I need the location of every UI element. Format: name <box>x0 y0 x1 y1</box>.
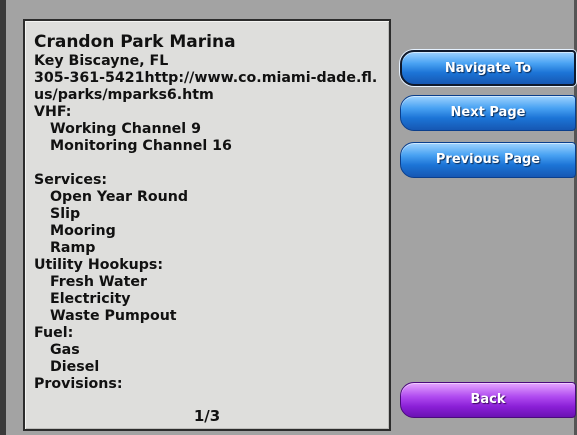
page-counter: 1/3 <box>193 407 221 425</box>
provisions-heading: Provisions: <box>34 376 123 392</box>
back-button[interactable]: Back <box>400 382 576 418</box>
next-page-button[interactable]: Next Page <box>400 95 576 131</box>
previous-page-button[interactable]: Previous Page <box>400 142 576 178</box>
vhf-heading: VHF: <box>34 104 72 120</box>
fuel-heading: Fuel: <box>34 325 74 341</box>
services-heading: Services: <box>34 172 108 188</box>
fuel-item: Diesel <box>50 359 100 375</box>
vhf-item: Monitoring Channel 16 <box>50 138 232 154</box>
marina-location: Key Biscayne, FL <box>34 53 169 69</box>
marina-name: Crandon Park Marina <box>34 32 236 52</box>
utility-heading: Utility Hookups: <box>34 257 164 273</box>
service-item: Slip <box>50 206 81 222</box>
screen: Crandon Park Marina Key Biscayne, FL 305… <box>0 0 577 435</box>
marina-info-text: Crandon Park Marina Key Biscayne, FL 305… <box>34 32 384 393</box>
utility-item: Electricity <box>50 291 131 307</box>
service-item: Mooring <box>50 223 116 239</box>
service-item: Open Year Round <box>50 189 189 205</box>
service-item: Ramp <box>50 240 96 256</box>
utility-item: Fresh Water <box>50 274 148 290</box>
vhf-item: Working Channel 9 <box>50 121 201 137</box>
navigate-to-button[interactable]: Navigate To <box>400 50 576 86</box>
marina-info-panel: Crandon Park Marina Key Biscayne, FL 305… <box>23 19 391 431</box>
utility-item: Waste Pumpout <box>50 308 177 324</box>
marina-contact: 305-361-5421http://www.co.miami-dade.fl.… <box>34 70 378 103</box>
fuel-item: Gas <box>50 342 80 358</box>
